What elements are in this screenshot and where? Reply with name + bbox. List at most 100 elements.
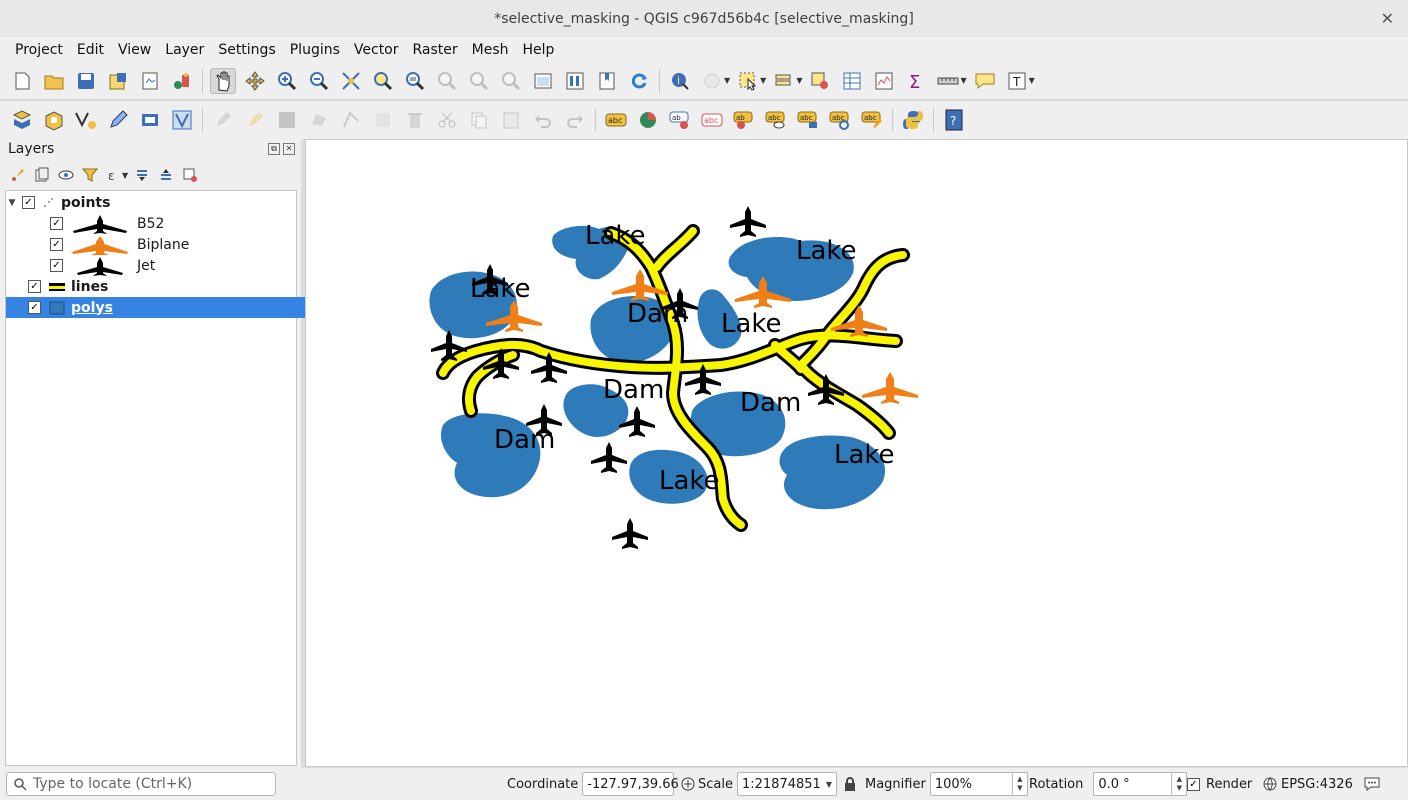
expand-all-icon[interactable] [132,165,152,185]
rotate-label-icon[interactable]: abc [827,107,853,133]
legend-checkbox[interactable]: ✓ [50,217,63,230]
float-panel-icon[interactable]: ⧉ [268,143,280,155]
layer-label: points [61,194,111,211]
change-label-icon[interactable]: abc [859,107,885,133]
digitize-pen-icon[interactable] [105,107,131,133]
bookmark-icon[interactable] [594,68,620,94]
refresh-icon[interactable] [626,68,652,94]
deselect-features-icon[interactable] [807,68,833,94]
legend-item-biplane[interactable]: ✓ Biplane [6,234,340,255]
messages-icon[interactable] [1363,776,1381,792]
highlight-pinned-labels-icon[interactable]: ab [667,107,693,133]
new-geopackage-icon[interactable] [41,107,67,133]
coordinate-field[interactable]: -127.97,39.66 [582,772,679,796]
field-calculator-icon[interactable] [871,68,897,94]
text-annotation-icon[interactable]: T [1004,68,1030,94]
chevron-down-icon[interactable]: ▼ [960,76,966,85]
lock-icon[interactable] [843,776,857,792]
legend-checkbox[interactable]: ✓ [50,259,63,272]
collapse-arrow-icon[interactable]: ▼ [6,198,18,208]
chevron-down-icon[interactable]: ▼ [1029,76,1035,85]
zoom-layer-icon[interactable] [402,68,428,94]
magnifier-spinbox[interactable]: 100% ▲ ▼ [929,772,1028,796]
print-layout-icon[interactable] [137,68,163,94]
menu-vector[interactable]: Vector [354,42,399,58]
zoom-out-icon[interactable] [306,68,332,94]
label-toolbar-icon[interactable]: abc [603,107,629,133]
locator-search[interactable]: Type to locate (Ctrl+K) [6,772,276,796]
menu-settings[interactable]: Settings [218,42,275,58]
vector-layer-icon[interactable] [169,107,195,133]
map-tips-icon[interactable] [972,68,998,94]
new-map-view-icon[interactable] [530,68,556,94]
scale-combobox[interactable]: 1:21874851 ▼ [736,772,837,796]
extents-toggle-icon[interactable] [680,776,696,792]
manage-visibility-icon[interactable] [56,165,76,185]
render-checkbox[interactable]: ✓ [1187,777,1200,791]
rotation-spinbox[interactable]: 0.0 ° ▲ ▼ [1093,772,1188,796]
crs-group[interactable]: EPSG:4326 [1263,768,1353,800]
save-project-icon[interactable] [73,68,99,94]
select-features-icon[interactable] [735,68,761,94]
data-source-manager-icon[interactable] [9,107,35,133]
show-hide-labels-icon[interactable]: abc [763,107,789,133]
layer-polys[interactable]: ✓ polys [6,297,318,318]
statistics-sum-icon[interactable]: Σ [903,68,929,94]
zoom-selection-icon[interactable] [370,68,396,94]
style-manager-icon[interactable] [169,68,195,94]
select-by-value-icon[interactable] [771,68,797,94]
add-group-icon[interactable] [32,165,52,185]
menu-project[interactable]: Project [15,42,63,58]
move-label-icon[interactable]: abc [795,107,821,133]
pin-labels-icon[interactable]: ab [731,107,757,133]
python-console-icon[interactable] [900,107,926,133]
menu-raster[interactable]: Raster [413,42,458,58]
attribute-table-icon[interactable] [839,68,865,94]
chevron-down-icon[interactable]: ▼ [760,76,766,85]
menu-layer[interactable]: Layer [165,42,204,58]
virtual-layer-icon[interactable] [137,107,163,133]
collapse-all-icon[interactable] [156,165,176,185]
zoom-in-icon[interactable] [274,68,300,94]
legend-checkbox[interactable]: ✓ [50,238,63,251]
menu-plugins[interactable]: Plugins [290,42,340,58]
diagram-options-icon[interactable] [635,107,661,133]
style-panel-icon[interactable] [8,165,28,185]
zoom-full-icon[interactable] [338,68,364,94]
pan-to-selection-icon[interactable] [242,68,268,94]
pan-map-icon[interactable] [210,67,236,94]
help-icon[interactable]: ? [941,107,967,133]
menu-mesh[interactable]: Mesh [472,42,509,58]
toggle-display-labels-icon[interactable]: abc [699,107,725,133]
save-as-icon[interactable] [105,68,131,94]
identify-icon[interactable]: i [667,68,693,94]
legend-item-b52[interactable]: ✓ B52 [6,213,340,234]
remove-layer-icon[interactable] [180,165,200,185]
chevron-down-icon[interactable]: ▼ [122,171,128,180]
spin-arrows[interactable]: ▲ ▼ [1011,772,1027,796]
layer-lines[interactable]: ✓ lines [6,276,318,297]
legend-item-jet[interactable]: ✓ Jet [6,255,340,276]
layer-group-points[interactable]: ▼ ✓ points [6,192,296,213]
new-project-icon[interactable] [9,68,35,94]
menu-view[interactable]: View [118,42,151,58]
chevron-down-icon[interactable]: ▼ [796,76,802,85]
layer-checkbox[interactable]: ✓ [22,196,35,209]
close-icon[interactable]: ✕ [1381,9,1394,28]
messages-group[interactable] [1363,768,1381,800]
map-render[interactable]: Lake Lake Lake Lake Lake Lake Dam Dam Da… [306,140,1407,766]
measure-icon[interactable] [935,68,961,94]
temporal-controller-icon[interactable] [562,68,588,94]
close-panel-icon[interactable]: ✕ [283,143,295,155]
open-project-icon[interactable] [41,68,67,94]
layer-checkbox[interactable]: ✓ [28,280,41,293]
menu-edit[interactable]: Edit [77,42,104,58]
filter-legend-icon[interactable] [80,165,100,185]
digitize-vertex-icon[interactable] [73,107,99,133]
chevron-down-icon[interactable]: ▼ [822,780,836,789]
map-canvas[interactable]: Lake Lake Lake Lake Lake Lake Dam Dam Da… [305,139,1408,767]
layer-checkbox[interactable]: ✓ [28,301,41,314]
menu-help[interactable]: Help [523,42,555,58]
filter-expression-icon[interactable]: ε [104,165,124,185]
spin-arrows[interactable]: ▲ ▼ [1171,772,1186,796]
